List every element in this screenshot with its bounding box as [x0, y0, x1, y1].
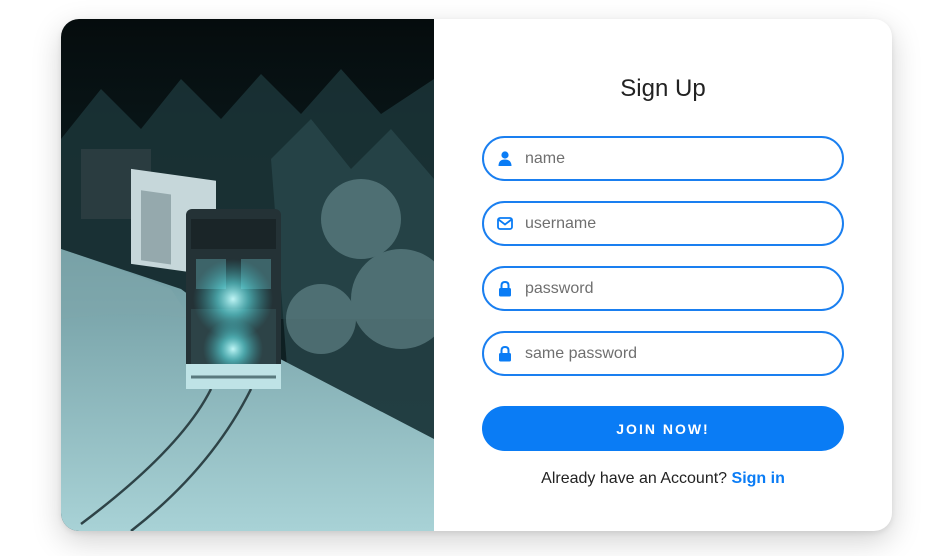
signin-prompt-text: Already have an Account?	[541, 470, 728, 487]
username-field[interactable]	[482, 201, 844, 246]
page-title: Sign Up	[620, 75, 706, 102]
confirm-password-input[interactable]	[525, 333, 842, 374]
signin-link[interactable]: Sign in	[732, 470, 785, 487]
name-field[interactable]	[482, 136, 844, 181]
envelope-icon	[497, 216, 513, 232]
join-now-button[interactable]: JOIN NOW!	[482, 406, 844, 451]
confirm-password-field[interactable]	[482, 331, 844, 376]
password-field[interactable]	[482, 266, 844, 311]
signin-prompt: Already have an Account? Sign in	[434, 470, 892, 488]
password-input[interactable]	[525, 268, 842, 309]
lock-icon	[497, 345, 513, 362]
train-photo	[61, 19, 434, 531]
name-input[interactable]	[525, 138, 842, 179]
user-icon	[497, 151, 513, 167]
username-input[interactable]	[525, 203, 842, 244]
signup-card: Sign Up JOIN NOW! A	[61, 19, 892, 531]
signup-form: Sign Up JOIN NOW! A	[434, 19, 892, 531]
lock-icon	[497, 280, 513, 297]
